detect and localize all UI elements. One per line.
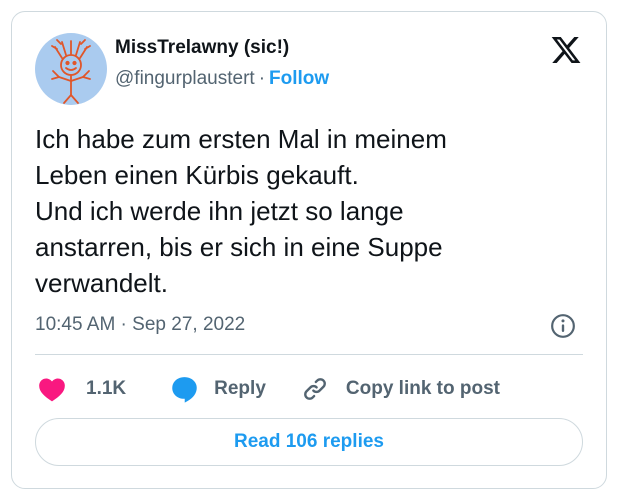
follow-button[interactable]: Follow bbox=[269, 68, 329, 89]
speech-bubble-icon bbox=[172, 377, 197, 403]
info-icon[interactable] bbox=[550, 313, 576, 339]
author-display-name[interactable]: MissTrelawny (sic!) bbox=[115, 37, 289, 59]
heart-icon bbox=[39, 378, 65, 402]
divider bbox=[35, 354, 583, 355]
reply-button[interactable]: Reply bbox=[170, 375, 266, 403]
post-timestamp[interactable]: 10:45 AM · Sep 27, 2022 bbox=[35, 314, 245, 336]
reply-label: Reply bbox=[214, 378, 266, 399]
read-replies-button[interactable]: Read 106 replies bbox=[35, 418, 583, 466]
copy-link-button[interactable]: Copy link to post bbox=[302, 376, 500, 402]
avatar-drawing-icon bbox=[51, 39, 91, 104]
x-logo-icon[interactable] bbox=[549, 34, 583, 66]
post-text-line: Und ich werde ihn jetzt so lange bbox=[35, 196, 404, 226]
like-count: 1.1K bbox=[86, 378, 127, 399]
post-text-line: Leben einen Kürbis gekauft. bbox=[35, 160, 359, 190]
copy-link-label: Copy link to post bbox=[345, 378, 500, 399]
author-handle-row: @fingurplaustert · Follow bbox=[115, 68, 329, 90]
post-text-line: anstarren, bis er sich in eine Suppe bbox=[35, 232, 443, 262]
post-text-line: verwandelt. bbox=[35, 268, 168, 298]
link-icon bbox=[303, 378, 326, 400]
post-text: Ich habe zum ersten Mal in meinem Leben … bbox=[35, 121, 575, 301]
action-bar: 1.1K Reply Copy link to post bbox=[38, 374, 500, 404]
separator-dot: · bbox=[258, 68, 266, 89]
author-handle[interactable]: @fingurplaustert bbox=[115, 68, 255, 89]
embedded-post-card: MissTrelawny (sic!) @fingurplaustert · Fol… bbox=[11, 11, 607, 489]
like-button[interactable]: 1.1K bbox=[38, 376, 126, 402]
post-text-line: Ich habe zum ersten Mal in meinem bbox=[35, 124, 447, 154]
avatar[interactable] bbox=[35, 33, 107, 105]
